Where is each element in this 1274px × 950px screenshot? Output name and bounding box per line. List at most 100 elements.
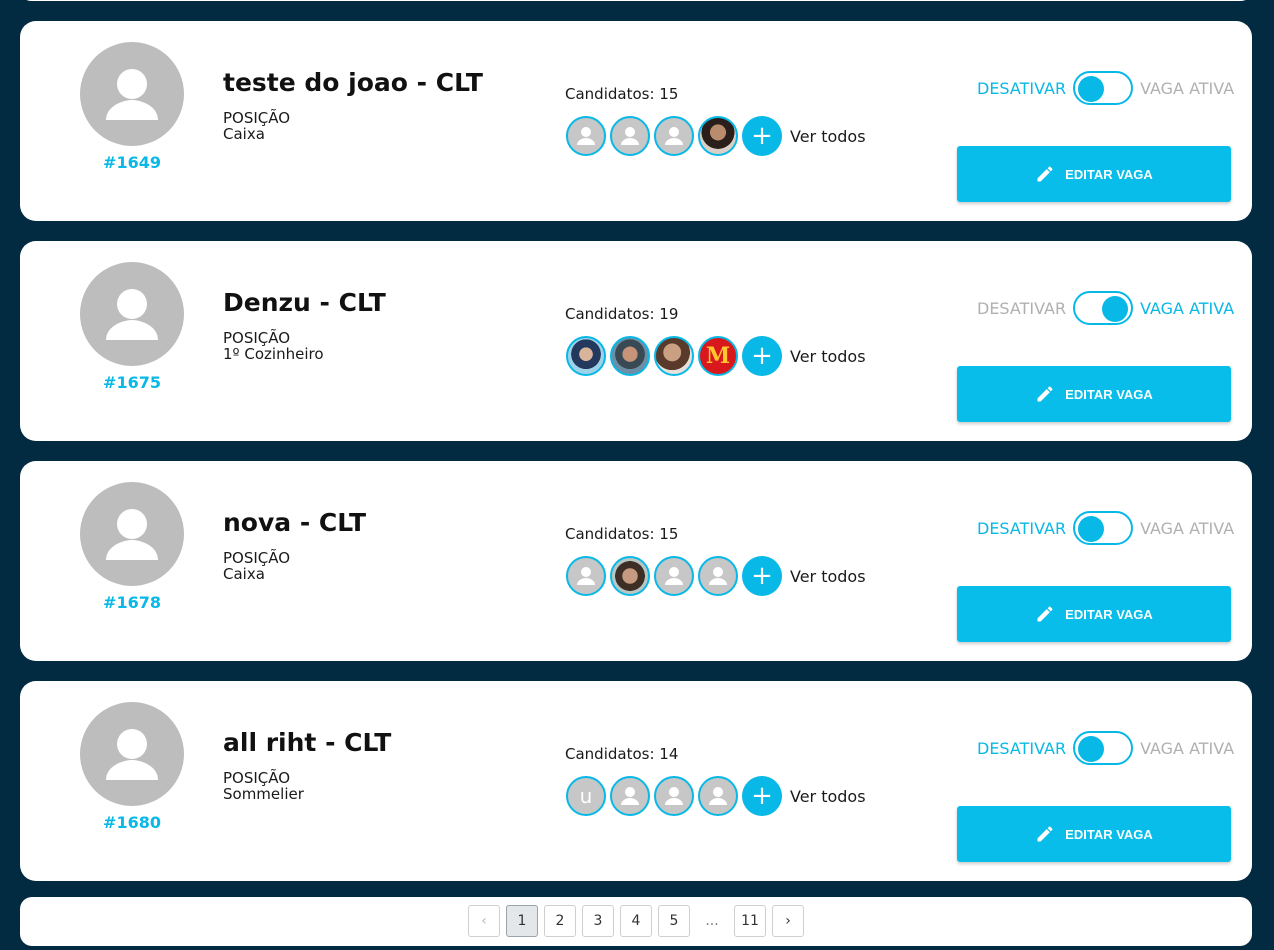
candidate-avatar[interactable] bbox=[610, 776, 650, 816]
pencil-icon bbox=[1037, 386, 1053, 402]
job-card: #1675 Denzu - CLT POSIÇÃO 1º Cozinheiro … bbox=[20, 241, 1252, 441]
edit-job-button[interactable]: EDITAR VAGA bbox=[957, 366, 1231, 422]
see-all-link[interactable]: Ver todos bbox=[790, 567, 866, 586]
candidate-avatar[interactable] bbox=[566, 116, 606, 156]
job-id[interactable]: #1649 bbox=[80, 153, 184, 172]
candidate-initial: u bbox=[579, 784, 593, 808]
position-value: 1º Cozinheiro bbox=[223, 345, 324, 363]
position-label: POSIÇÃO bbox=[223, 329, 291, 347]
person-icon bbox=[665, 127, 683, 145]
toggle-knob bbox=[1078, 516, 1105, 542]
active-job-label: VAGA ATIVA bbox=[1140, 78, 1235, 98]
person-icon bbox=[577, 567, 595, 585]
edit-job-button[interactable]: EDITAR VAGA bbox=[957, 586, 1231, 642]
edit-job-button[interactable]: EDITAR VAGA bbox=[957, 806, 1231, 862]
candidates-avatars: + Ver todos bbox=[566, 555, 866, 597]
candidates-avatars: + Ver todos bbox=[566, 115, 866, 157]
chevron-right-icon[interactable]: › bbox=[772, 905, 804, 937]
deactivate-label: DESATIVAR bbox=[977, 738, 1067, 758]
position-value: Sommelier bbox=[223, 785, 304, 803]
status-toggle[interactable] bbox=[1073, 731, 1134, 765]
candidate-avatar[interactable] bbox=[698, 776, 738, 816]
plus-icon[interactable]: + bbox=[742, 776, 782, 816]
job-card: #1649 teste do joao - CLT POSIÇÃO Caixa … bbox=[20, 21, 1252, 221]
edit-job-label: EDITAR VAGA bbox=[1065, 386, 1153, 402]
page-2[interactable]: 2 bbox=[544, 905, 576, 937]
plus-icon[interactable]: + bbox=[742, 556, 782, 596]
candidate-photo[interactable] bbox=[698, 116, 738, 156]
candidate-photo[interactable] bbox=[610, 556, 650, 596]
candidate-avatar[interactable] bbox=[654, 776, 694, 816]
person-icon bbox=[106, 69, 158, 120]
status-toggle-row: DESATIVAR VAGA ATIVA bbox=[977, 71, 1234, 105]
page-3[interactable]: 3 bbox=[582, 905, 614, 937]
page-1[interactable]: 1 bbox=[506, 905, 538, 937]
chevron-left-icon[interactable]: ‹ bbox=[468, 905, 500, 937]
candidate-avatar[interactable] bbox=[654, 116, 694, 156]
candidate-avatar[interactable] bbox=[698, 556, 738, 596]
plus-icon[interactable]: + bbox=[742, 336, 782, 376]
person-icon bbox=[709, 567, 727, 585]
edit-job-button[interactable]: EDITAR VAGA bbox=[957, 146, 1231, 202]
page-11[interactable]: 11 bbox=[734, 905, 766, 937]
candidates-count: Candidatos: 14 bbox=[565, 745, 679, 763]
pagination: ‹ 1 2 3 4 5 ... 11 › bbox=[468, 905, 810, 937]
job-id[interactable]: #1680 bbox=[80, 813, 184, 832]
job-avatar bbox=[80, 482, 184, 586]
candidate-avatar[interactable] bbox=[654, 556, 694, 596]
person-icon bbox=[621, 787, 639, 805]
status-toggle[interactable] bbox=[1073, 71, 1134, 105]
job-card: #1678 nova - CLT POSIÇÃO Caixa Candidato… bbox=[20, 461, 1252, 661]
active-job-label: VAGA ATIVA bbox=[1140, 298, 1235, 318]
see-all-link[interactable]: Ver todos bbox=[790, 347, 866, 366]
page-5[interactable]: 5 bbox=[658, 905, 690, 937]
job-avatar bbox=[80, 262, 184, 366]
candidate-photo[interactable]: M bbox=[698, 336, 738, 376]
previous-card-edge bbox=[20, 0, 1252, 1]
position-label: POSIÇÃO bbox=[223, 549, 291, 567]
job-title: teste do joao - CLT bbox=[223, 68, 483, 97]
pagination-bar: ‹ 1 2 3 4 5 ... 11 › bbox=[20, 897, 1252, 946]
person-icon bbox=[577, 127, 595, 145]
toggle-knob bbox=[1078, 736, 1105, 762]
status-toggle-row: DESATIVAR VAGA ATIVA bbox=[977, 291, 1234, 325]
person-icon bbox=[621, 127, 639, 145]
status-toggle[interactable] bbox=[1073, 291, 1134, 325]
job-id[interactable]: #1675 bbox=[80, 373, 184, 392]
candidate-photo[interactable] bbox=[654, 336, 694, 376]
job-title: Denzu - CLT bbox=[223, 288, 386, 317]
edit-job-label: EDITAR VAGA bbox=[1065, 606, 1153, 622]
candidate-photo[interactable] bbox=[610, 336, 650, 376]
candidate-photo[interactable] bbox=[566, 336, 606, 376]
candidates-count: Candidatos: 15 bbox=[565, 85, 679, 103]
candidate-avatar[interactable] bbox=[566, 556, 606, 596]
status-toggle[interactable] bbox=[1073, 511, 1134, 545]
deactivate-label: DESATIVAR bbox=[977, 78, 1067, 98]
plus-icon[interactable]: + bbox=[742, 116, 782, 156]
edit-job-label: EDITAR VAGA bbox=[1065, 826, 1153, 842]
pencil-icon bbox=[1037, 606, 1053, 622]
candidates-count: Candidatos: 15 bbox=[565, 525, 679, 543]
candidate-initial-avatar[interactable]: u bbox=[566, 776, 606, 816]
candidate-avatar[interactable] bbox=[610, 116, 650, 156]
page-4[interactable]: 4 bbox=[620, 905, 652, 937]
candidates-avatars: u + Ver todos bbox=[566, 775, 866, 817]
job-id[interactable]: #1678 bbox=[80, 593, 184, 612]
position-label: POSIÇÃO bbox=[223, 109, 291, 127]
person-icon bbox=[106, 729, 158, 780]
job-card: #1680 all riht - CLT POSIÇÃO Sommelier C… bbox=[20, 681, 1252, 881]
edit-job-label: EDITAR VAGA bbox=[1065, 166, 1153, 182]
person-icon bbox=[665, 567, 683, 585]
job-title: all riht - CLT bbox=[223, 728, 392, 757]
status-toggle-row: DESATIVAR VAGA ATIVA bbox=[977, 511, 1234, 545]
job-avatar bbox=[80, 42, 184, 146]
position-value: Caixa bbox=[223, 125, 265, 143]
see-all-link[interactable]: Ver todos bbox=[790, 127, 866, 146]
pencil-icon bbox=[1037, 166, 1053, 182]
see-all-link[interactable]: Ver todos bbox=[790, 787, 866, 806]
active-job-label: VAGA ATIVA bbox=[1140, 518, 1235, 538]
toggle-knob bbox=[1078, 76, 1105, 102]
job-title: nova - CLT bbox=[223, 508, 367, 537]
mcdonalds-logo: M bbox=[705, 343, 731, 369]
person-icon bbox=[665, 787, 683, 805]
